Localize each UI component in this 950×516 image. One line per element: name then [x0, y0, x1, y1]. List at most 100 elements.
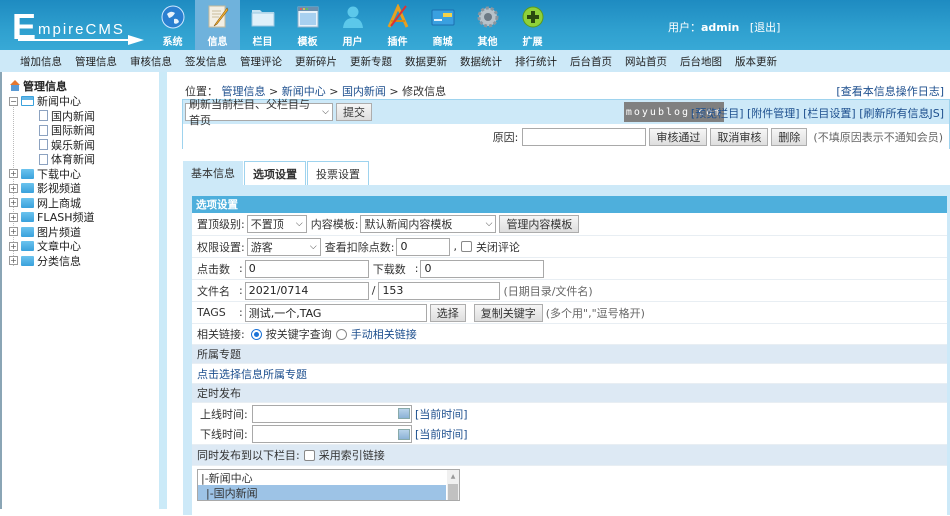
- subnav-sign-info[interactable]: 签发信息: [185, 54, 227, 69]
- expand-icon[interactable]: +: [9, 169, 18, 179]
- topnav-info[interactable]: 信息: [195, 0, 240, 50]
- topnav-extend[interactable]: 扩展: [510, 0, 555, 50]
- tab-vote-settings[interactable]: 投票设置: [307, 161, 369, 185]
- related-keyword-radio[interactable]: [250, 328, 262, 340]
- expand-icon[interactable]: +: [9, 183, 18, 193]
- expand-icon[interactable]: +: [9, 241, 18, 251]
- content-template-select[interactable]: 默认新闻内容模板 ⌵: [360, 215, 497, 233]
- scrollbar-thumb[interactable]: [448, 484, 458, 500]
- expand-icon[interactable]: +: [9, 198, 18, 208]
- tree-node[interactable]: + 下载中心: [9, 167, 159, 182]
- breadcrumb-current: 修改信息: [402, 85, 447, 98]
- cancel-approve-button[interactable]: 取消审核: [710, 127, 769, 146]
- column-settings-link[interactable]: [栏目设置]: [803, 107, 856, 120]
- filename-name-input[interactable]: 153: [378, 281, 501, 300]
- related-manual-link[interactable]: 手动相关链接: [351, 326, 417, 342]
- column-option-selected[interactable]: |-国内新闻: [198, 485, 446, 500]
- chevron-down-icon: ⌵: [485, 219, 493, 229]
- permission-select[interactable]: 游客 ⌵: [246, 237, 321, 256]
- tree-leaf[interactable]: 国际新闻: [9, 123, 159, 138]
- approve-button[interactable]: 审核通过: [649, 127, 708, 146]
- topnav-system[interactable]: 系统: [150, 0, 195, 50]
- row-permission: 权限设置: 游客 ⌵ 查看扣除点数: 0 , 关闭评论: [192, 236, 947, 258]
- related-manual-radio[interactable]: [335, 328, 347, 340]
- topnav-plugin[interactable]: 插件: [375, 0, 420, 50]
- sub-nav: 增加信息 管理信息 审核信息 签发信息 管理评论 更新碎片 更新专题 数据更新 …: [0, 50, 950, 72]
- topnav-column[interactable]: 栏目: [240, 0, 285, 50]
- topnav-template[interactable]: 模板: [285, 0, 330, 50]
- subnav-manage-comments[interactable]: 管理评论: [240, 54, 282, 69]
- manage-template-button[interactable]: 管理内容模板: [499, 215, 580, 233]
- select-special-link[interactable]: 点击选择信息所属专题: [197, 366, 307, 382]
- subnav-data-stats[interactable]: 数据统计: [460, 54, 502, 69]
- refresh-scope-select[interactable]: 刷新当前栏目、父栏目与首页 ⌵: [185, 98, 333, 127]
- scrollbar[interactable]: ▲: [447, 470, 459, 500]
- subnav-rank-stats[interactable]: 排行统计: [515, 54, 557, 69]
- close-comment-checkbox[interactable]: [460, 241, 472, 252]
- attachment-manage-link[interactable]: [附件管理]: [747, 107, 800, 120]
- schedule-section-header: 定时发布: [192, 384, 947, 403]
- tree-leaf[interactable]: 国内新闻: [9, 109, 159, 124]
- offline-time-input[interactable]: [252, 425, 412, 443]
- tree-leaf[interactable]: 娱乐新闻: [9, 138, 159, 153]
- copy-keywords-button[interactable]: 复制关键字: [473, 303, 543, 322]
- topnav-user[interactable]: 用户: [330, 0, 375, 50]
- subnav-add-info[interactable]: 增加信息: [20, 54, 62, 69]
- publish-columns-multiselect[interactable]: |-新闻中心 |-国内新闻 ▲: [197, 469, 460, 501]
- subnav-update-topics[interactable]: 更新专题: [350, 54, 392, 69]
- topnav-other[interactable]: 其他: [465, 0, 510, 50]
- index-link-checkbox[interactable]: [303, 449, 315, 461]
- tree-node[interactable]: + FLASH频道: [9, 210, 159, 225]
- subnav-data-update[interactable]: 数据更新: [405, 54, 447, 69]
- scroll-up-icon[interactable]: ▲: [447, 473, 459, 480]
- username: admin: [701, 21, 740, 34]
- breadcrumb-domestic-news[interactable]: 国内新闻: [342, 85, 386, 98]
- topnav-shop[interactable]: 商城: [420, 0, 465, 50]
- top-level-select[interactable]: 不置顶 ⌵: [246, 215, 307, 233]
- tree-node[interactable]: + 网上商城: [9, 196, 159, 211]
- points-input[interactable]: 0: [396, 237, 451, 256]
- expand-icon[interactable]: +: [9, 212, 18, 222]
- credit-card-icon: [430, 4, 456, 30]
- top-level-value: 不置顶: [250, 218, 284, 231]
- view-operation-log-link[interactable]: [查看本信息操作日志]: [836, 85, 944, 98]
- online-now-link[interactable]: [当前时间]: [415, 406, 468, 422]
- expand-icon[interactable]: +: [9, 227, 18, 237]
- subnav-review-info[interactable]: 审核信息: [130, 54, 172, 69]
- tree-node-news-center[interactable]: − 新闻中心: [9, 94, 159, 109]
- tree-node[interactable]: + 分类信息: [9, 254, 159, 269]
- submit-button[interactable]: 提交: [336, 103, 372, 121]
- calendar-icon[interactable]: [398, 408, 410, 419]
- filename-label: 文件名: [197, 284, 230, 298]
- sidebar: 管理信息 − 新闻中心 国内新闻 国际新闻 娱乐新闻 体育新闻 + 下载中心 +…: [0, 72, 167, 509]
- offline-now-link[interactable]: [当前时间]: [415, 426, 468, 442]
- clicks-input[interactable]: 0: [244, 259, 369, 278]
- tree-node[interactable]: + 文章中心: [9, 239, 159, 254]
- logout-link[interactable]: [退出]: [750, 21, 781, 34]
- subnav-admin-map[interactable]: 后台地图: [680, 54, 722, 69]
- preview-column-link[interactable]: [预览栏目]: [691, 107, 744, 120]
- select-tags-button[interactable]: 选择: [429, 303, 466, 322]
- subnav-admin-home[interactable]: 后台首页: [570, 54, 612, 69]
- tags-input[interactable]: 测试,一个,TAG: [244, 303, 427, 322]
- subnav-version-update[interactable]: 版本更新: [735, 54, 777, 69]
- column-option[interactable]: |-新闻中心: [198, 470, 459, 485]
- tree-root[interactable]: 管理信息: [9, 78, 159, 94]
- subnav-manage-info[interactable]: 管理信息: [75, 54, 117, 69]
- collapse-icon[interactable]: −: [9, 96, 18, 106]
- reason-input[interactable]: [522, 127, 647, 146]
- delete-button[interactable]: 删除: [771, 127, 808, 146]
- tree-node[interactable]: + 影视频道: [9, 181, 159, 196]
- tree-node[interactable]: + 图片频道: [9, 225, 159, 240]
- online-time-input[interactable]: [252, 404, 412, 423]
- refresh-all-js-link[interactable]: [刷新所有信息JS]: [859, 107, 944, 120]
- filename-dir-input[interactable]: 2021/0714: [244, 281, 369, 300]
- tab-option-settings[interactable]: 选项设置: [244, 161, 306, 185]
- subnav-site-home[interactable]: 网站首页: [625, 54, 667, 69]
- subnav-update-fragments[interactable]: 更新碎片: [295, 54, 337, 69]
- expand-icon[interactable]: +: [9, 256, 18, 266]
- tree-leaf[interactable]: 体育新闻: [9, 152, 159, 167]
- downloads-input[interactable]: 0: [420, 259, 545, 278]
- tab-basic-info[interactable]: 基本信息: [183, 161, 243, 185]
- calendar-icon[interactable]: [398, 428, 410, 440]
